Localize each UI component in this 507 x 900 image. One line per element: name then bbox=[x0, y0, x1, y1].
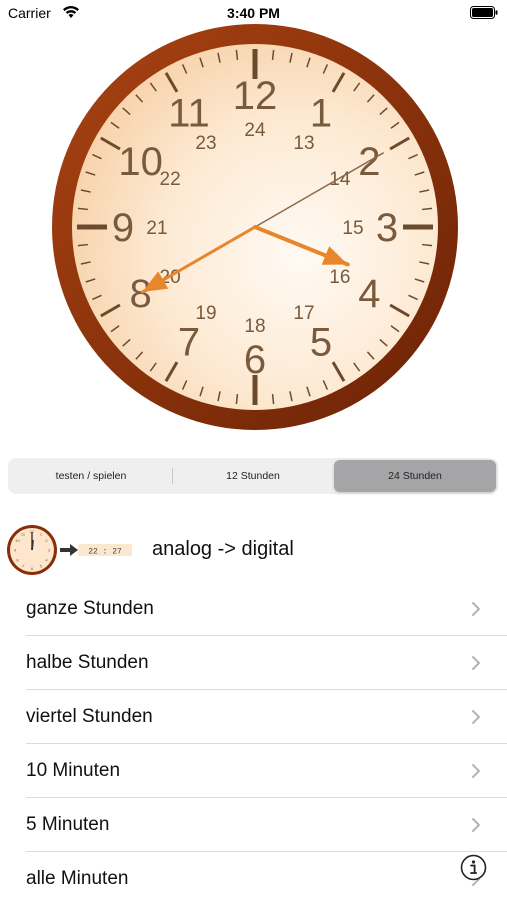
hour-number: 2 bbox=[358, 140, 380, 184]
segment-testen-spielen[interactable]: testen / spielen bbox=[10, 460, 172, 492]
chevron-right-icon bbox=[472, 656, 480, 670]
list-item-halbe-stunden[interactable]: halbe Stunden bbox=[0, 636, 507, 690]
list-item-viertel-stunden[interactable]: viertel Stunden bbox=[0, 690, 507, 744]
minute-tick bbox=[271, 394, 275, 405]
segment-12-stunden[interactable]: 12 Stunden bbox=[172, 460, 334, 492]
mini-clock-icon: 126 39 111 210 48 57 bbox=[7, 525, 57, 575]
svg-text:10: 10 bbox=[15, 538, 20, 543]
info-button[interactable] bbox=[460, 854, 487, 881]
exercise-list: ganze Stunden halbe Stunden viertel Stun… bbox=[0, 582, 507, 900]
analog-clock[interactable]: 121234567891011 241314151617181920212223 bbox=[50, 22, 460, 432]
chevron-right-icon bbox=[472, 710, 480, 724]
status-time: 3:40 PM bbox=[227, 5, 280, 21]
list-item-ganze-stunden[interactable]: ganze Stunden bbox=[0, 582, 507, 636]
minute-tick bbox=[422, 207, 433, 211]
24h-number: 21 bbox=[146, 218, 167, 239]
minute-tick bbox=[77, 243, 88, 247]
list-item-label: viertel Stunden bbox=[26, 706, 153, 727]
24h-number: 16 bbox=[329, 267, 350, 288]
hour-number: 11 bbox=[168, 92, 210, 136]
hour-number: 4 bbox=[358, 272, 380, 316]
hour-number: 7 bbox=[178, 320, 200, 364]
list-item-alle-minuten[interactable]: alle Minuten bbox=[0, 852, 507, 900]
battery-icon bbox=[470, 6, 498, 19]
hour-number: 9 bbox=[112, 206, 134, 250]
hour-number: 8 bbox=[130, 272, 152, 316]
hour-number: 1 bbox=[310, 92, 332, 136]
list-item-10-minuten[interactable]: 10 Minuten bbox=[0, 744, 507, 798]
segment-24-stunden[interactable]: 24 Stunden bbox=[334, 460, 496, 492]
24h-number: 19 bbox=[195, 303, 216, 324]
list-item-label: 5 Minuten bbox=[26, 814, 110, 835]
minute-tick bbox=[77, 207, 88, 211]
mode-title: analog -> digital bbox=[152, 538, 294, 560]
minute-tick bbox=[235, 49, 239, 60]
clock-face: 121234567891011 241314151617181920212223 bbox=[52, 24, 458, 430]
digital-clock-icon: 22 : 27 bbox=[78, 544, 132, 557]
24h-number: 22 bbox=[160, 169, 181, 190]
list-item-label: ganze Stunden bbox=[26, 598, 154, 619]
24h-number: 23 bbox=[195, 133, 216, 154]
digital-thumb-digits: 22 : 27 bbox=[88, 548, 122, 557]
hour-number: 5 bbox=[310, 320, 332, 364]
list-item-label: alle Minuten bbox=[26, 868, 129, 889]
24h-number: 17 bbox=[293, 303, 314, 324]
minute-tick bbox=[235, 394, 239, 405]
24h-number: 14 bbox=[329, 169, 351, 190]
hour-number: 3 bbox=[376, 206, 398, 250]
hour-number: 10 bbox=[118, 140, 163, 184]
chevron-right-icon bbox=[472, 818, 480, 832]
list-item-label: 10 Minuten bbox=[26, 760, 121, 781]
chevron-right-icon bbox=[472, 764, 480, 778]
minute-tick bbox=[271, 49, 275, 60]
list-item-5-minuten[interactable]: 5 Minuten bbox=[0, 798, 507, 852]
chevron-right-icon bbox=[472, 602, 480, 616]
minute-tick bbox=[422, 243, 433, 247]
list-item-label: halbe Stunden bbox=[26, 652, 149, 673]
hour-number: 12 bbox=[233, 74, 278, 118]
hour-number: 6 bbox=[244, 338, 266, 382]
mode-segmented-control: testen / spielen 12 Stunden 24 Stunden bbox=[8, 458, 498, 494]
mode-header: 12 6 39 1 11 2 10 48 57 22 : 27 analog -> d… bbox=[0, 518, 507, 582]
24h-number: 15 bbox=[342, 218, 363, 239]
24h-number: 13 bbox=[293, 133, 314, 154]
arrow-right-icon bbox=[60, 544, 78, 556]
24h-number: 24 bbox=[244, 120, 266, 141]
24h-number: 18 bbox=[244, 316, 265, 337]
